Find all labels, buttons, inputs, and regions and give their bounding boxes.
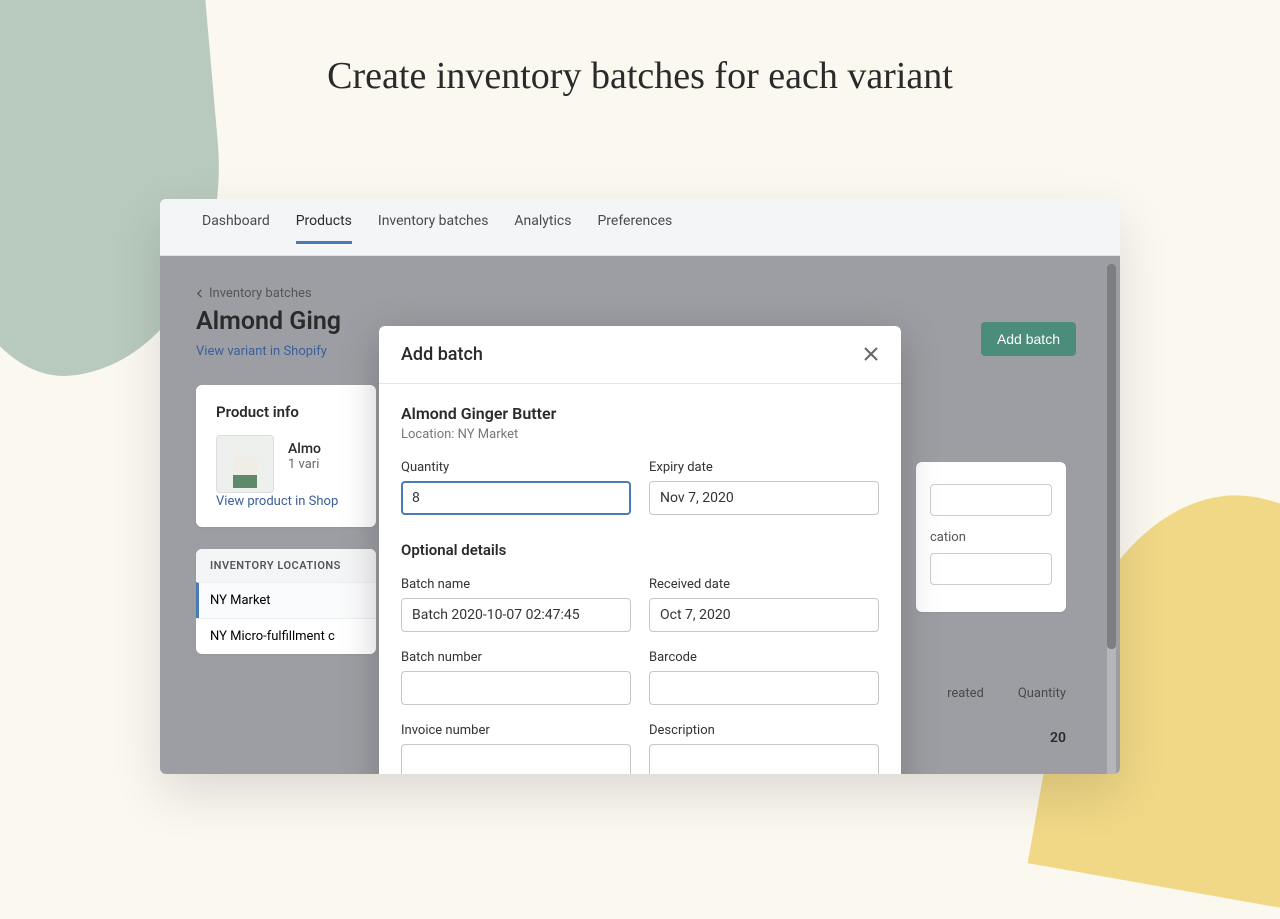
product-info-heading: Product info (216, 403, 356, 421)
tab-inventory-batches[interactable]: Inventory batches (378, 213, 489, 241)
view-product-link[interactable]: View product in Shop (216, 494, 356, 509)
app-body-dimmed: Inventory batches Almond Ging View varia… (160, 256, 1120, 774)
partial-field-2 (930, 553, 1052, 585)
tab-analytics[interactable]: Analytics (514, 213, 571, 241)
col-quantity: Quantity (1018, 686, 1066, 701)
chevron-left-icon (196, 289, 205, 298)
inventory-locations-card: INVENTORY LOCATIONS NY Market NY Micro-f… (196, 549, 376, 654)
quantity-label: Quantity (401, 460, 631, 475)
batch-number-label: Batch number (401, 650, 631, 665)
product-info-card: Product info Almo 1 vari View product in… (196, 385, 376, 527)
expiry-date-input[interactable] (649, 481, 879, 515)
invoice-number-label: Invoice number (401, 723, 631, 738)
partial-field-1 (930, 484, 1052, 516)
breadcrumb[interactable]: Inventory batches (196, 286, 1084, 301)
batch-number-input[interactable] (401, 671, 631, 705)
modal-body: Almond Ginger Butter Location: NY Market… (379, 384, 901, 774)
optional-details-heading: Optional details (401, 541, 879, 559)
locations-header: INVENTORY LOCATIONS (196, 549, 376, 582)
description-input[interactable] (649, 744, 879, 774)
marketing-headline: Create inventory batches for each varian… (0, 54, 1280, 98)
table-quantity-value: 20 (1050, 730, 1066, 746)
add-batch-button[interactable]: Add batch (981, 322, 1076, 356)
quantity-input[interactable] (401, 481, 631, 515)
right-panel-partial: cation (916, 462, 1066, 612)
batch-name-input[interactable] (401, 598, 631, 632)
view-variant-link[interactable]: View variant in Shopify (196, 344, 327, 359)
expiry-date-label: Expiry date (649, 460, 879, 475)
variant-count-label: 1 vari (288, 457, 356, 472)
vertical-scrollbar[interactable] (1107, 264, 1116, 774)
received-date-input[interactable] (649, 598, 879, 632)
location-item-ny-market[interactable]: NY Market (196, 582, 376, 618)
product-name-partial: Almo (288, 441, 356, 457)
scrollbar-thumb[interactable] (1107, 264, 1116, 649)
add-batch-modal: Add batch Almond Ginger Butter Location:… (379, 326, 901, 774)
breadcrumb-label: Inventory batches (209, 286, 312, 301)
received-date-label: Received date (649, 577, 879, 592)
modal-header: Add batch (379, 326, 901, 384)
batch-name-label: Batch name (401, 577, 631, 592)
modal-location-label: Location: NY Market (401, 427, 879, 442)
tab-dashboard[interactable]: Dashboard (202, 213, 270, 241)
tab-preferences[interactable]: Preferences (597, 213, 672, 241)
description-label: Description (649, 723, 879, 738)
partial-label: cation (930, 530, 1052, 545)
barcode-input[interactable] (649, 671, 879, 705)
close-icon[interactable] (863, 345, 879, 365)
barcode-label: Barcode (649, 650, 879, 665)
col-created: reated (947, 686, 984, 701)
top-navigation: Dashboard Products Inventory batches Ana… (160, 199, 1120, 256)
modal-product-name: Almond Ginger Butter (401, 404, 879, 423)
invoice-number-input[interactable] (401, 744, 631, 774)
product-thumbnail (216, 435, 274, 493)
app-window: Dashboard Products Inventory batches Ana… (160, 199, 1120, 774)
modal-title: Add batch (401, 344, 483, 365)
table-header-partial: reated Quantity (947, 686, 1066, 701)
location-item-ny-micro[interactable]: NY Micro-fulfillment c (196, 618, 376, 654)
tab-products[interactable]: Products (296, 213, 352, 244)
